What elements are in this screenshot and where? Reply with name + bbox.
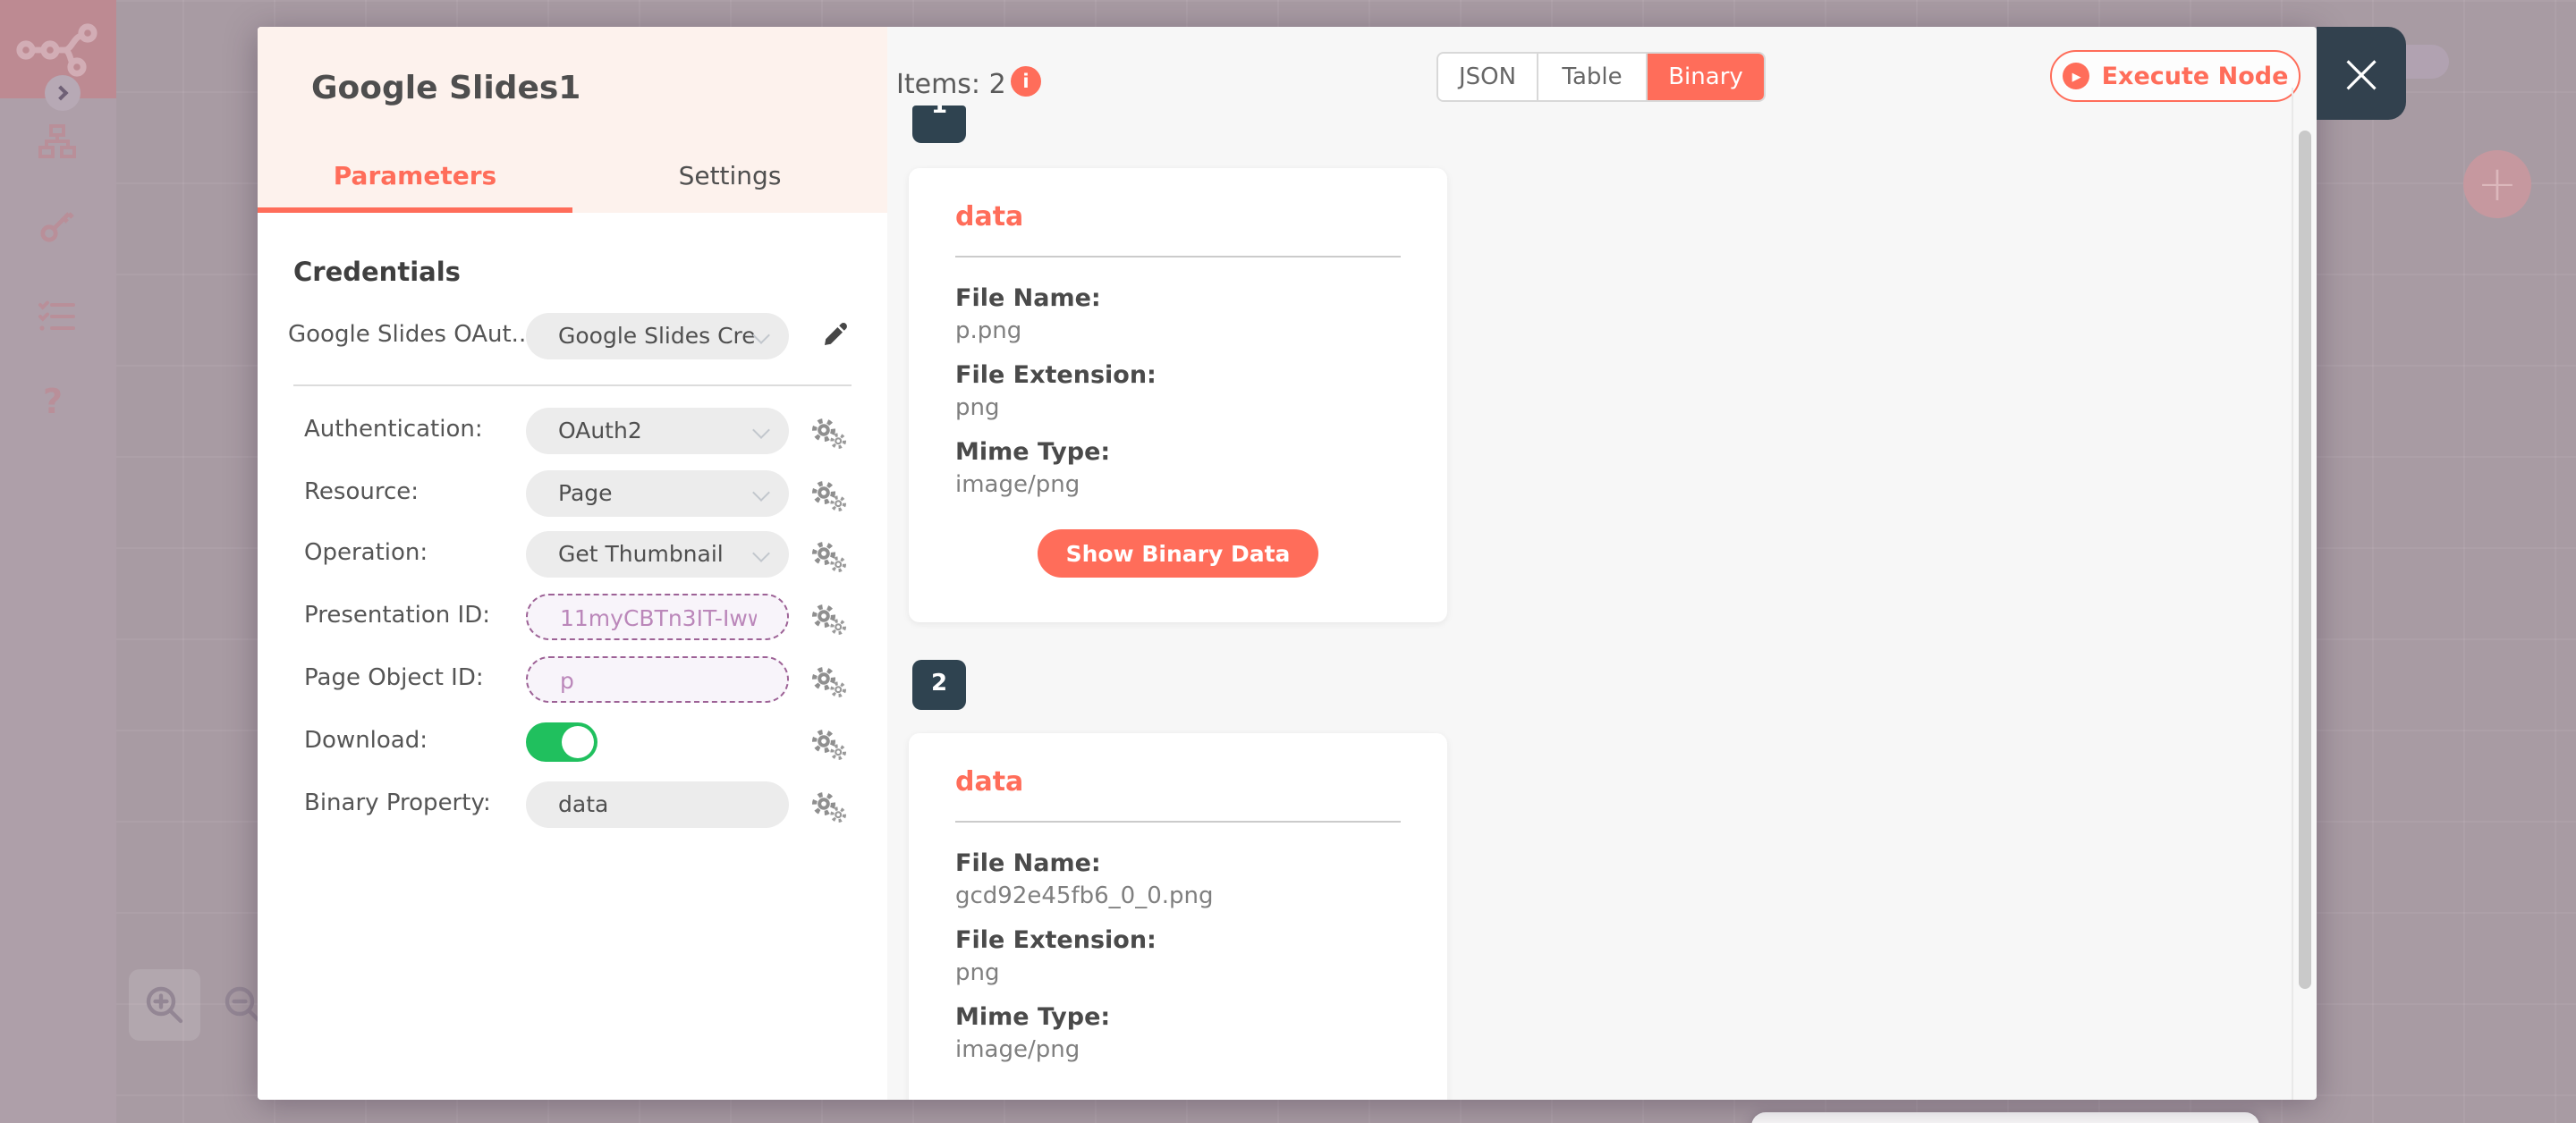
tab-binary[interactable]: Binary: [1648, 54, 1764, 100]
param-options-gears-icon[interactable]: [809, 601, 848, 637]
card-divider: [955, 821, 1401, 823]
field-label: Mime Type:: [955, 1003, 1111, 1032]
execute-node-button[interactable]: ▶ Execute Node: [2050, 50, 2301, 102]
field-value: png: [955, 960, 1000, 987]
field-label: File Extension:: [955, 926, 1157, 955]
field-value: p.png: [955, 318, 1022, 345]
show-binary-data-button[interactable]: Show Binary Data: [1037, 529, 1319, 578]
chevron-down-icon: [752, 421, 770, 439]
credential-label: Google Slides OAut...: [288, 322, 534, 349]
node-detail-modal: Google Slides1 Parameters Settings Crede…: [258, 27, 2317, 1100]
scrollbar-track-divider: [2292, 88, 2293, 1100]
section-divider: [293, 384, 852, 386]
page-object-id-input[interactable]: p: [526, 656, 789, 703]
param-label: Presentation ID:: [304, 603, 490, 629]
node-title: Google Slides1: [311, 70, 581, 107]
tab-parameters[interactable]: Parameters: [258, 141, 572, 213]
credential-select[interactable]: Google Slides Cre ...: [526, 313, 789, 359]
presentation-id-input[interactable]: 11myCBTn3IT-Iww0...: [526, 594, 789, 640]
close-icon: ×: [2337, 39, 2385, 107]
param-label: Authentication:: [304, 417, 483, 443]
field-value: image/png: [955, 1037, 1080, 1064]
field-label: File Name:: [955, 849, 1101, 878]
param-options-gears-icon[interactable]: [809, 663, 848, 699]
item-index: 1: [930, 106, 948, 120]
binary-data-card: data File Name: p.png File Extension: pn…: [909, 168, 1447, 622]
output-view-tabs: JSON Table Binary: [1436, 52, 1766, 102]
resource-select[interactable]: Page: [526, 470, 789, 517]
tab-json[interactable]: JSON: [1438, 54, 1538, 100]
card-divider: [955, 256, 1401, 258]
edit-credential-pencil-icon[interactable]: [819, 318, 852, 350]
param-options-gears-icon[interactable]: [809, 789, 848, 824]
select-value: Page: [558, 479, 613, 506]
param-label: Download:: [304, 728, 428, 755]
info-icon[interactable]: i: [1011, 66, 1041, 97]
node-panel-header: Google Slides1 Parameters Settings: [258, 27, 887, 213]
binary-property-input[interactable]: data: [526, 781, 789, 828]
param-options-gears-icon[interactable]: [809, 477, 848, 513]
execute-node-label: Execute Node: [2101, 62, 2289, 90]
close-modal-button[interactable]: ×: [2317, 27, 2406, 120]
chevron-down-icon: [752, 484, 770, 502]
field-label: Mime Type:: [955, 438, 1111, 467]
binary-property-name: data: [955, 765, 1024, 798]
credentials-section-title: Credentials: [293, 259, 461, 288]
credential-select-value: Google Slides Cre ...: [558, 322, 755, 349]
card-action-row: Show Binary Data: [955, 529, 1401, 578]
item-index-badge: 2: [912, 660, 966, 710]
param-label: Operation:: [304, 540, 428, 567]
chevron-down-icon: [752, 326, 770, 344]
expression-value: 11myCBTn3IT-Iww0...: [560, 604, 757, 631]
tab-settings[interactable]: Settings: [572, 141, 887, 213]
param-label: Page Object ID:: [304, 665, 484, 692]
chevron-down-icon: [752, 545, 770, 562]
scrollbar-thumb[interactable]: [2299, 131, 2311, 989]
field-label: File Extension:: [955, 361, 1157, 390]
node-settings-panel: Google Slides1 Parameters Settings Crede…: [258, 27, 887, 1100]
toggle-knob: [562, 726, 594, 758]
field-value: gcd92e45fb6_0_0.png: [955, 883, 1214, 910]
select-value: Get Thumbnail: [558, 540, 724, 567]
operation-select[interactable]: Get Thumbnail: [526, 531, 789, 578]
field-value: png: [955, 395, 1000, 422]
field-label: File Name:: [955, 284, 1101, 313]
param-options-gears-icon[interactable]: [809, 415, 848, 451]
input-value: data: [558, 790, 609, 817]
binary-data-card: data File Name: gcd92e45fb6_0_0.png File…: [909, 733, 1447, 1100]
param-label: Binary Property:: [304, 790, 491, 817]
binary-property-name: data: [955, 200, 1024, 232]
app-root: ? + Google Slides1 Parameters Settings C…: [0, 0, 2576, 1123]
expression-value: p: [560, 667, 574, 694]
info-glyph: i: [1022, 71, 1030, 92]
select-value: OAuth2: [558, 417, 642, 443]
play-icon: ▶: [2062, 63, 2089, 89]
authentication-select[interactable]: OAuth2: [526, 408, 789, 454]
param-options-gears-icon[interactable]: [809, 726, 848, 762]
param-label: Resource:: [304, 479, 419, 506]
item-index-badge: 1: [912, 106, 966, 143]
field-value: image/png: [955, 472, 1080, 499]
items-count-label: Items: 2: [896, 68, 1006, 100]
download-toggle[interactable]: [526, 722, 597, 762]
tab-table[interactable]: Table: [1538, 54, 1648, 100]
param-options-gears-icon[interactable]: [809, 538, 848, 574]
